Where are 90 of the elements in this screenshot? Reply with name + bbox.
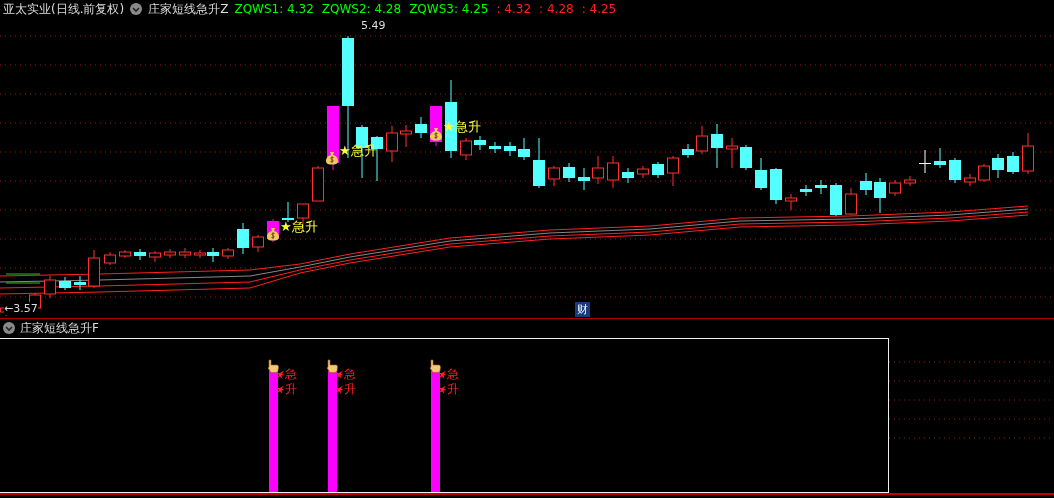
candlestick — [74, 275, 86, 291]
signal-label: 急 — [285, 367, 297, 382]
money-bag-icon — [266, 227, 280, 241]
signal-label: 升 — [447, 382, 459, 397]
candlestick — [682, 143, 694, 159]
indicator-reading: ZQWS1: 4.32 — [234, 2, 314, 16]
candlestick — [504, 141, 516, 157]
signal-label: 升 — [285, 382, 297, 397]
star-icon — [439, 385, 446, 394]
candlestick — [667, 155, 679, 187]
signal-label: 升 — [344, 382, 356, 397]
candlestick — [919, 149, 931, 174]
candlestick — [800, 184, 812, 197]
candlestick — [860, 172, 872, 196]
candlestick — [400, 124, 412, 148]
candlestick — [815, 179, 827, 195]
star-icon — [277, 385, 284, 394]
finance-badge[interactable]: 财 — [575, 302, 590, 317]
candlestick — [460, 137, 472, 161]
candlestick — [740, 144, 752, 171]
candlestick — [179, 247, 191, 259]
candlestick — [978, 163, 990, 183]
candlestick — [59, 276, 71, 291]
candlestick — [252, 234, 264, 253]
candlestick — [592, 155, 604, 185]
candlestick — [104, 251, 116, 266]
candlestick — [149, 250, 161, 263]
candlestick — [607, 155, 619, 189]
candlestick — [222, 247, 234, 260]
low-price-label: ←3.57 — [4, 302, 38, 315]
candlestick — [134, 248, 146, 261]
candlestick — [386, 125, 398, 163]
candlestick — [874, 177, 886, 214]
indicator-title: 庄家短线急升Z — [148, 0, 229, 18]
candlestick — [845, 187, 857, 216]
candlestick — [489, 141, 501, 154]
candlestick — [548, 165, 560, 187]
money-bag-icon — [429, 127, 443, 141]
candlestick — [696, 125, 708, 155]
candlestick — [889, 179, 901, 197]
signal-label: 急 — [344, 367, 356, 382]
dropdown-icon[interactable] — [3, 322, 15, 334]
candlestick — [474, 135, 486, 151]
candlestick — [44, 275, 56, 299]
star-icon — [277, 370, 284, 379]
candlestick — [904, 175, 916, 187]
candlestick — [934, 147, 946, 169]
indicator-reading: : 4.25 — [581, 2, 617, 16]
candlestick — [949, 157, 961, 184]
candlestick — [164, 248, 176, 259]
candlestick — [312, 165, 324, 202]
indicator-reading: : 4.32 — [496, 2, 532, 16]
dropdown-icon[interactable] — [130, 3, 143, 15]
money-bag-icon — [325, 151, 339, 165]
candlestick — [533, 137, 545, 189]
candlestick — [726, 137, 738, 169]
candlestick — [652, 161, 664, 179]
indicator-reading: ZQWS2: 4.28 — [321, 2, 402, 16]
indicator-reading: : 4.28 — [539, 2, 574, 16]
candlestick — [637, 165, 649, 179]
candlestick — [992, 153, 1004, 179]
star-icon — [336, 370, 343, 379]
high-price-label: 5.49 — [361, 19, 386, 32]
candlestick — [88, 249, 100, 289]
candlestick — [578, 167, 590, 191]
candlestick — [415, 116, 427, 139]
candlestick — [755, 157, 767, 191]
candlestick — [785, 193, 797, 211]
signal-label: ★急升 — [280, 218, 318, 236]
candlestick — [518, 137, 530, 161]
candlestick — [770, 167, 782, 205]
stock-title: 亚太实业(日线.前复权) — [3, 0, 125, 18]
pointing-hand-icon — [326, 359, 338, 373]
candlestick — [622, 167, 634, 184]
candlestick — [1022, 132, 1034, 175]
candlestick — [237, 222, 249, 255]
candlestick — [711, 123, 723, 169]
candlestick — [830, 182, 842, 217]
candlestick — [563, 162, 575, 183]
star-icon — [439, 370, 446, 379]
star-icon — [336, 385, 343, 394]
pointing-hand-icon — [267, 359, 279, 373]
candlestick — [964, 173, 976, 187]
candlestick — [282, 201, 294, 223]
indicator-reading: ZQWS3: 4.25 — [409, 2, 489, 16]
signal-label: 急 — [447, 367, 459, 382]
candlestick — [119, 249, 131, 259]
pointing-hand-icon — [429, 359, 441, 373]
candlestick — [1007, 151, 1019, 175]
indicator-title: 庄家短线急升F — [20, 319, 99, 337]
